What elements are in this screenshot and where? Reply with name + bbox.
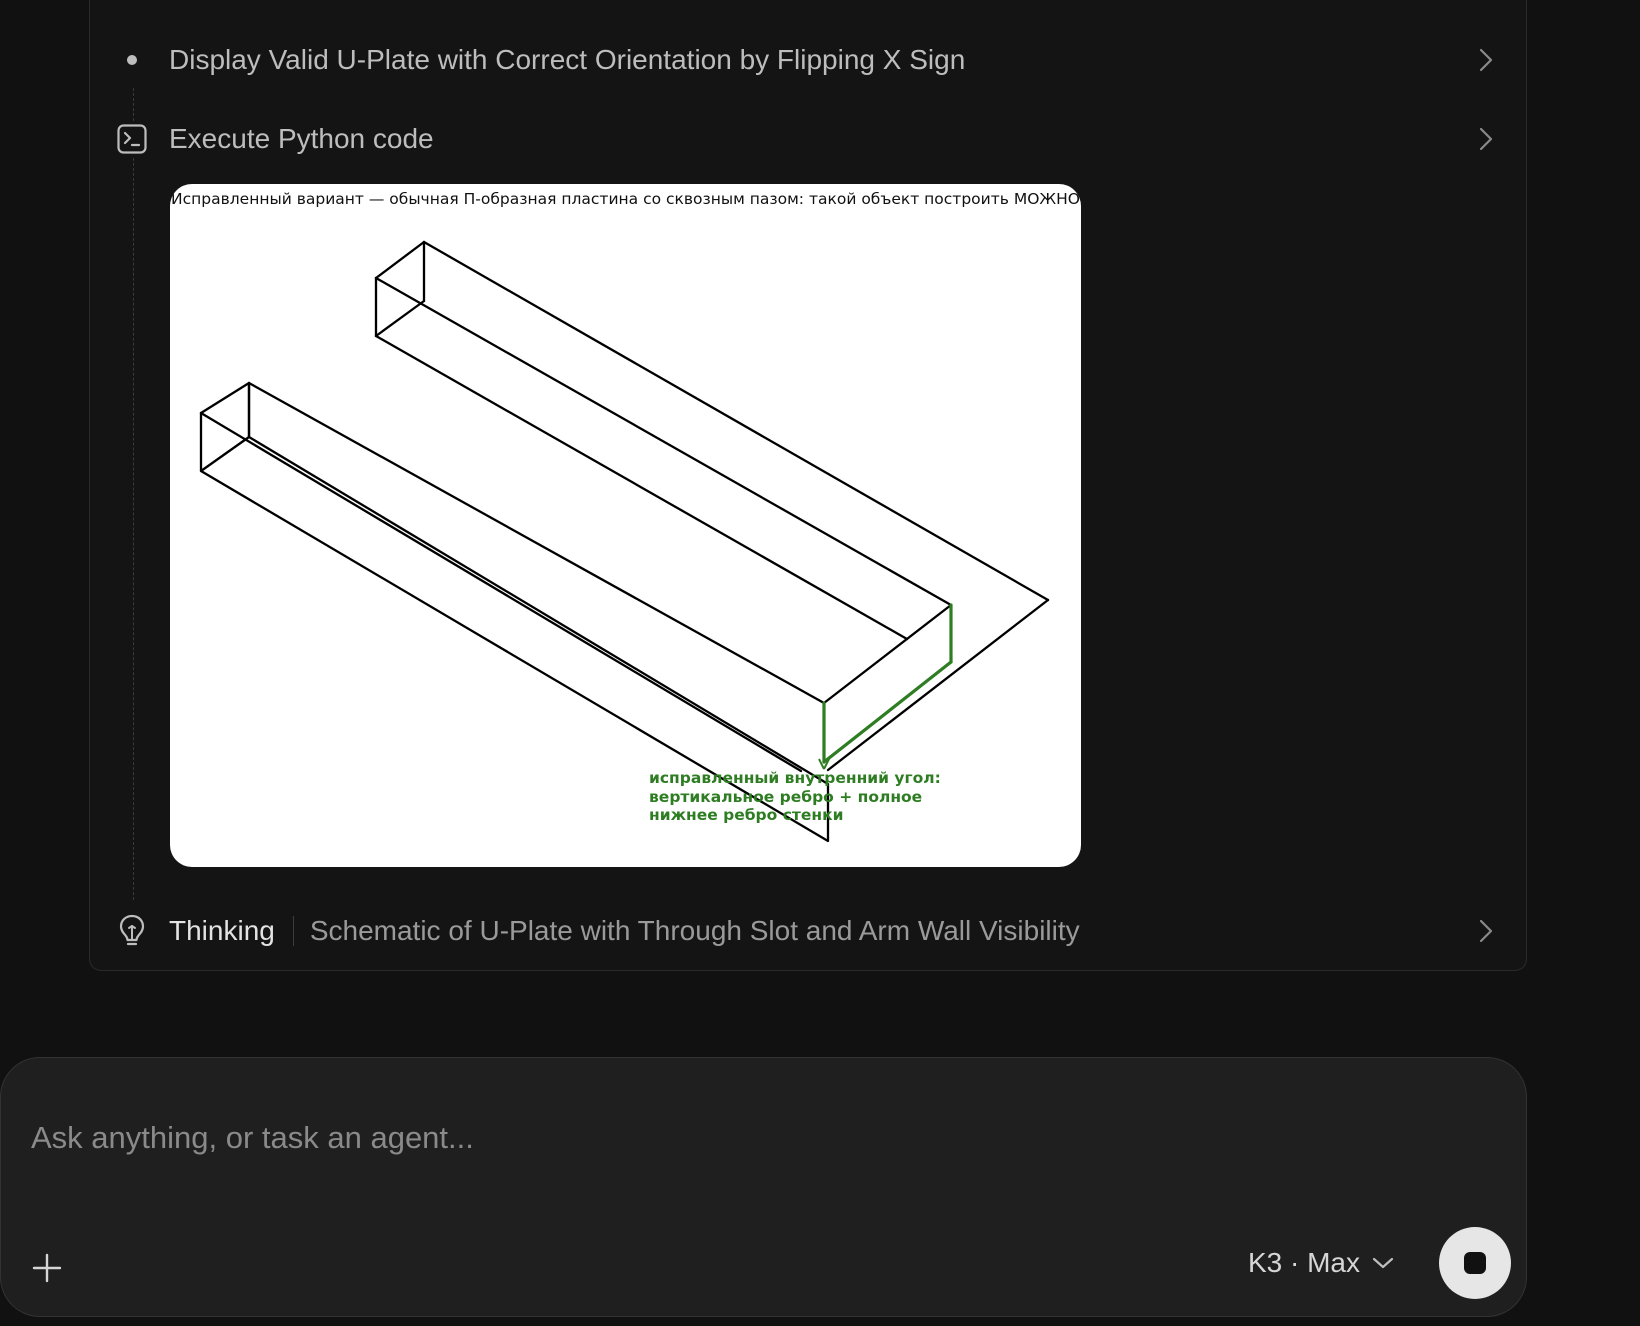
step-label: Thinking bbox=[169, 915, 275, 946]
left-arm-top-long-edge bbox=[199, 411, 803, 773]
plus-icon[interactable] bbox=[29, 1250, 65, 1286]
code-output-image[interactable]: Исправленный вариант — обычная П-образна… bbox=[170, 184, 1081, 867]
step-summary: Schematic of U-Plate with Through Slot a… bbox=[309, 915, 1080, 946]
step-label: Execute Python code bbox=[169, 123, 434, 154]
chevron-right-icon[interactable] bbox=[1475, 919, 1497, 943]
right-arm-end-bottom bbox=[374, 299, 426, 338]
chevron-right-icon[interactable] bbox=[1475, 48, 1497, 72]
annotation-line: исправленный внутренний угол: bbox=[649, 769, 941, 787]
step-execute-python[interactable]: Execute Python code bbox=[89, 109, 1527, 169]
figure-title: Исправленный вариант — обычная П-образна… bbox=[171, 190, 1080, 208]
stop-icon bbox=[1464, 1252, 1486, 1274]
right-arm-outer-top-edge bbox=[422, 240, 1050, 602]
u-plate-schematic bbox=[199, 240, 1050, 843]
message-composer: Ask anything, or task an agent... K3 · M… bbox=[0, 1057, 1527, 1317]
step-thinking[interactable]: Thinking Schematic of U-Plate with Throu… bbox=[89, 901, 1527, 961]
annotation-line: вертикальное ребро + полное bbox=[649, 787, 923, 806]
figure-annotation: исправленный внутренний угол: вертикальн… bbox=[649, 769, 941, 825]
timeline-connector bbox=[133, 88, 134, 900]
right-arm-inner-top-edge bbox=[374, 276, 953, 607]
model-label: K3 · Max bbox=[1247, 1247, 1360, 1278]
right-arm-inner-bottom-edge bbox=[374, 334, 909, 641]
base-far-edge bbox=[826, 598, 1050, 772]
prompt-input[interactable]: Ask anything, or task an agent... bbox=[31, 1120, 474, 1156]
lightbulb-icon bbox=[114, 913, 150, 949]
annotation-line: нижнее ребро стенки bbox=[649, 806, 844, 824]
model-selector[interactable]: K3 · Max bbox=[1248, 1247, 1394, 1279]
right-arm-end-top bbox=[374, 240, 426, 280]
divider bbox=[292, 916, 294, 946]
terminal-icon bbox=[114, 121, 150, 157]
chevron-down-icon bbox=[1372, 1256, 1394, 1270]
bullet-dot-icon bbox=[114, 42, 150, 78]
chat-view: Display Valid U-Plate with Correct Orien… bbox=[0, 0, 1640, 1326]
step-display-valid-u-plate[interactable]: Display Valid U-Plate with Correct Orien… bbox=[89, 30, 1527, 90]
left-arm-end-top bbox=[199, 381, 251, 415]
step-label: Display Valid U-Plate with Correct Orien… bbox=[169, 44, 966, 75]
chevron-right-icon[interactable] bbox=[1475, 127, 1497, 151]
left-arm-end-bottom bbox=[199, 435, 251, 473]
stop-button[interactable] bbox=[1439, 1227, 1511, 1299]
